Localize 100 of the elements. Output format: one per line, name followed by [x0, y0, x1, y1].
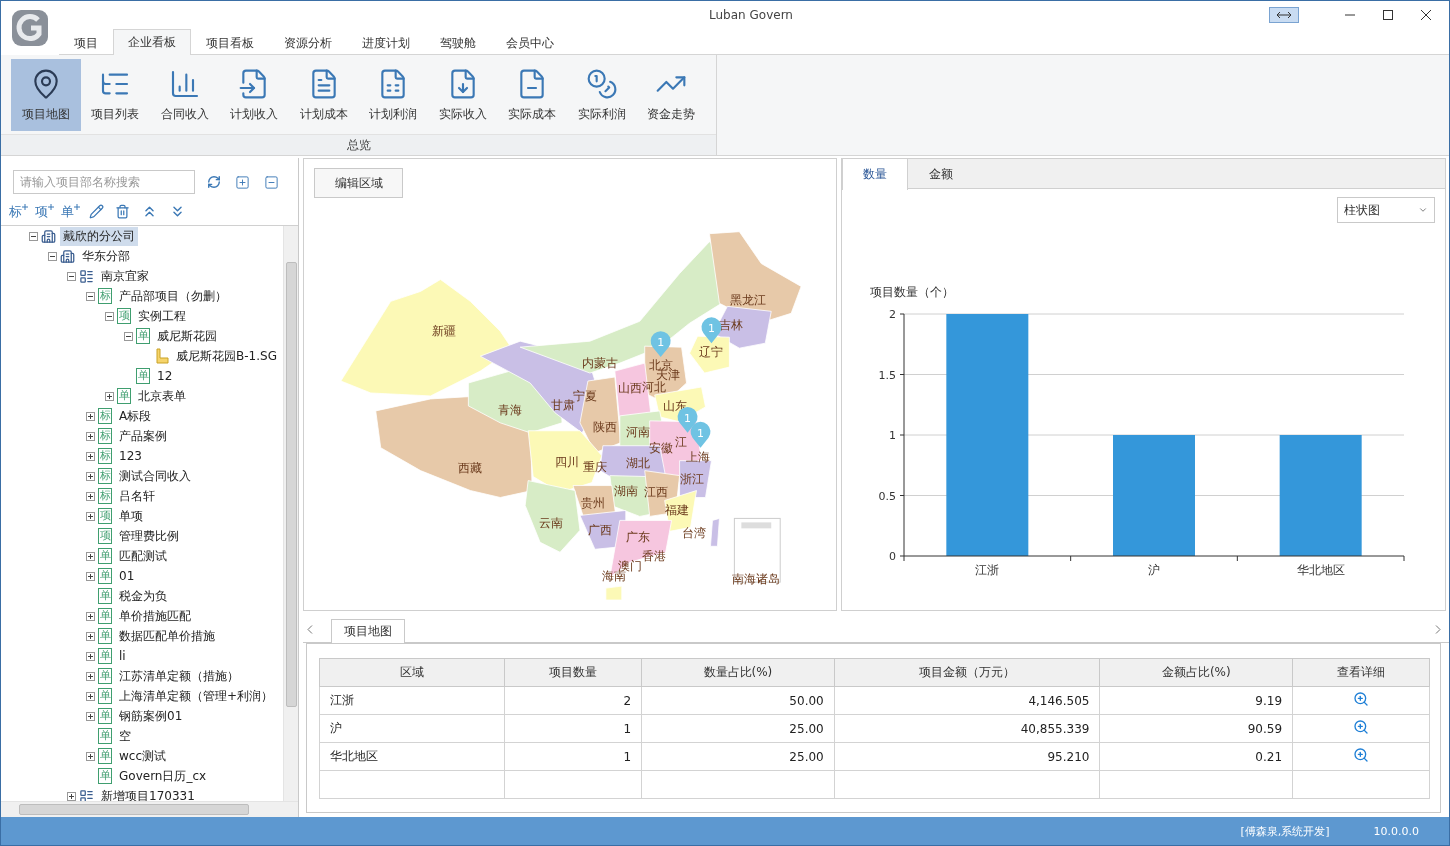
- tree-item[interactable]: wcc测试: [116, 746, 169, 766]
- tree-item[interactable]: 123: [116, 448, 145, 464]
- ribbon-button[interactable]: 实际成本: [497, 59, 567, 131]
- restore-button[interactable]: [1269, 7, 1299, 23]
- tree-item[interactable]: 匹配测试: [116, 546, 170, 566]
- tree-item[interactable]: 北京表单: [135, 386, 189, 406]
- trash-icon: [115, 204, 130, 219]
- tree-item[interactable]: 江苏清单定额（措施）: [116, 666, 242, 686]
- tree-item[interactable]: 单项: [116, 506, 146, 526]
- collapse-toggle[interactable]: [48, 251, 57, 261]
- tree-item[interactable]: 空: [116, 726, 134, 746]
- menu-tab[interactable]: 驾驶舱: [425, 31, 491, 55]
- node-type-icon: 单: [98, 668, 112, 684]
- tree-item[interactable]: 管理费比例: [116, 526, 182, 546]
- expand-toggle[interactable]: [86, 711, 95, 721]
- ribbon-button[interactable]: 计划成本: [289, 59, 359, 131]
- ribbon-button[interactable]: 合同收入: [150, 59, 220, 131]
- tree-item[interactable]: 吕名轩: [116, 486, 158, 506]
- tree-item[interactable]: 南京宜家: [98, 266, 152, 286]
- menu-tab[interactable]: 资源分析: [269, 31, 347, 55]
- table-cell: 9.19: [1099, 686, 1293, 715]
- expand-toggle[interactable]: [105, 391, 114, 401]
- map-label: 甘肃: [551, 397, 576, 412]
- tree-item[interactable]: 税金为负: [116, 586, 170, 606]
- menu-tab[interactable]: 进度计划: [347, 31, 425, 55]
- ribbon-button[interactable]: 项目地图: [11, 59, 81, 131]
- tree-item[interactable]: A标段: [116, 406, 155, 426]
- expand-toggle[interactable]: [67, 791, 76, 801]
- tree-item[interactable]: 华东分部: [79, 246, 133, 266]
- search-field[interactable]: 请输入项目部名称搜索: [13, 170, 195, 194]
- chart-tab[interactable]: 数量: [842, 159, 908, 190]
- add-node-button[interactable]: 单: [61, 203, 80, 220]
- refresh-button[interactable]: [205, 173, 223, 191]
- tree-item[interactable]: 钢筋案例01: [116, 706, 186, 726]
- expand-toggle[interactable]: [86, 751, 95, 761]
- tree-item[interactable]: 单价措施匹配: [116, 606, 194, 626]
- app-logo: [10, 8, 50, 48]
- node-type-icon: 单: [136, 368, 150, 384]
- expand-toggle[interactable]: [86, 611, 95, 621]
- ribbon-button[interactable]: 资金走势: [636, 59, 706, 131]
- expand-toggle[interactable]: [86, 471, 95, 481]
- ribbon-button[interactable]: 项目列表: [80, 59, 150, 131]
- zoom-in-icon[interactable]: [1353, 719, 1370, 735]
- tree-item[interactable]: 产品案例: [116, 426, 170, 446]
- vertical-scrollbar[interactable]: [283, 226, 298, 801]
- collapse-toggle[interactable]: [86, 291, 95, 301]
- tree-item[interactable]: 实例工程: [135, 306, 189, 326]
- tree-item[interactable]: 新增项目170331: [98, 786, 198, 801]
- minus-square-icon: [264, 174, 279, 190]
- tree-item[interactable]: 12: [154, 368, 176, 384]
- column-header: 项目金额（万元）: [834, 658, 1100, 687]
- expand-toggle[interactable]: [86, 551, 95, 561]
- tree-item[interactable]: Govern日历_cx: [116, 766, 210, 786]
- expand-toggle[interactable]: [86, 651, 95, 661]
- view-tab[interactable]: 项目地图: [331, 619, 405, 643]
- ribbon-button[interactable]: 实际利润: [567, 59, 637, 131]
- expand-toggle[interactable]: [86, 631, 95, 641]
- menu-tab[interactable]: 会员中心: [491, 31, 569, 55]
- expand-toggle[interactable]: [86, 671, 95, 681]
- ribbon-button[interactable]: 计划利润: [358, 59, 428, 131]
- zoom-in-icon[interactable]: [1353, 747, 1370, 763]
- tree-item[interactable]: 产品部项目（勿删）: [116, 286, 230, 306]
- expand-toggle[interactable]: [86, 411, 95, 421]
- zoom-in-icon[interactable]: [1353, 691, 1370, 707]
- expand-toggle[interactable]: [86, 571, 95, 581]
- collapse-toggle[interactable]: [124, 331, 133, 341]
- menu-tab[interactable]: 项目: [59, 31, 113, 55]
- collapse-toggle[interactable]: [67, 271, 76, 281]
- tree-item[interactable]: 威尼斯花园: [154, 326, 220, 346]
- tree-item[interactable]: 上海清单定额（管理+利润）: [116, 686, 277, 706]
- expand-toggle[interactable]: [86, 511, 95, 521]
- table-cell: 90.59: [1099, 714, 1293, 743]
- chart-type-dropdown[interactable]: 柱状图: [1337, 197, 1435, 223]
- ribbon-button[interactable]: 计划收入: [219, 59, 289, 131]
- delete-button[interactable]: [113, 202, 132, 221]
- y-axis-title: 项目数量（个）: [870, 285, 954, 299]
- expand-toggle[interactable]: [86, 451, 95, 461]
- menu-tab[interactable]: 企业看板: [113, 29, 191, 55]
- tree-item[interactable]: li: [116, 648, 129, 664]
- expand-toggle[interactable]: [86, 431, 95, 441]
- add-node-button[interactable]: 标: [9, 203, 28, 220]
- horizontal-scrollbar[interactable]: [1, 801, 298, 817]
- collapse-toggle[interactable]: [105, 311, 114, 321]
- edit-region-button[interactable]: 编辑区域: [314, 168, 403, 198]
- tree-item[interactable]: 威尼斯花园B-1.SG: [173, 346, 280, 366]
- map-label: 香港: [641, 549, 666, 564]
- menu-tab[interactable]: 项目看板: [191, 31, 269, 55]
- tree-item[interactable]: 数据匹配单价措施: [116, 626, 218, 646]
- expand-toggle[interactable]: [86, 491, 95, 501]
- ribbon-button[interactable]: 实际收入: [428, 59, 498, 131]
- expand-toggle[interactable]: [86, 691, 95, 701]
- add-node-button[interactable]: 项: [35, 203, 54, 220]
- y-tick-label: 1.5: [878, 368, 896, 382]
- node-type-icon: 单: [98, 568, 112, 584]
- tree-item[interactable]: 测试合同收入: [116, 466, 194, 486]
- chart-tab[interactable]: 金额: [908, 159, 974, 189]
- tree-item[interactable]: 01: [116, 568, 138, 584]
- tree-item[interactable]: 戴欣的分公司: [60, 226, 138, 246]
- edit-button[interactable]: [87, 202, 106, 221]
- collapse-toggle[interactable]: [29, 231, 38, 241]
